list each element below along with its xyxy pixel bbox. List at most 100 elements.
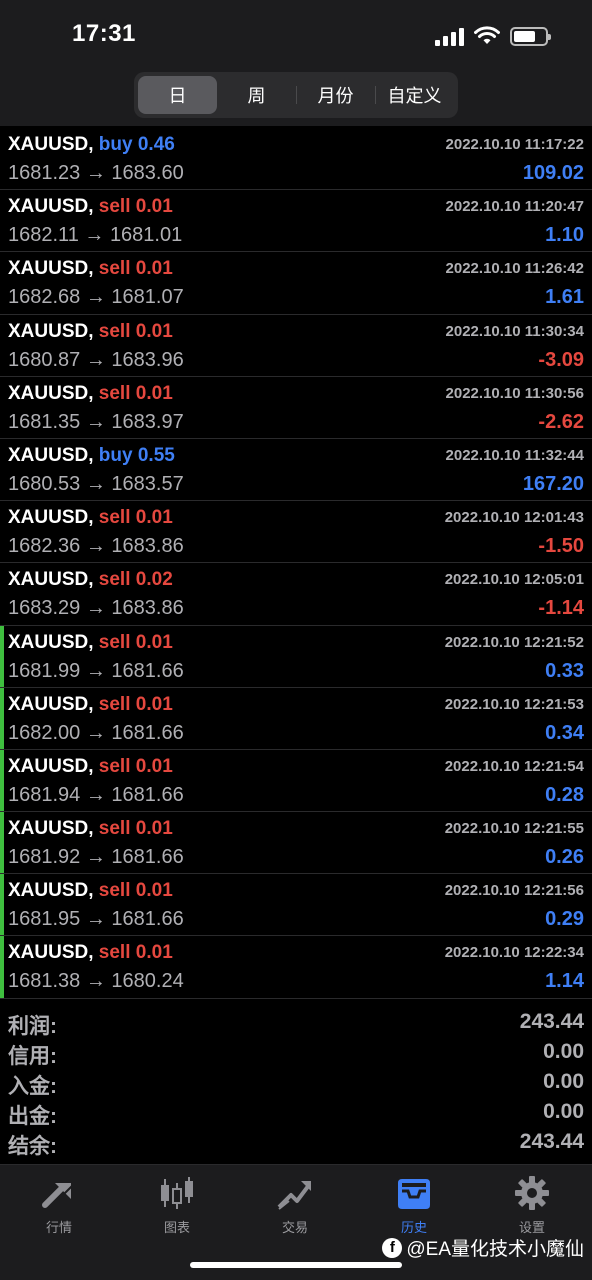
side-text: sell — [98, 258, 131, 280]
period-segmented-control: 日 周 月份 自定义 — [134, 72, 458, 118]
trade-time: 2022.10.10 11:17:22 — [445, 136, 584, 153]
trade-symbol: XAUUSD, sell 0.01 — [8, 942, 173, 964]
close-price: 1681.66 — [111, 721, 184, 744]
side-text: buy — [98, 134, 133, 155]
open-price: 1682.11 — [8, 224, 79, 247]
trade-profit: 0.33 — [545, 659, 584, 682]
arrow-right-icon: → — [80, 721, 112, 744]
trade-row[interactable]: XAUUSD, sell 0.02 1683.29 → 1683.86 2022.1… — [0, 563, 592, 626]
volume-text: 0.01 — [135, 880, 173, 902]
trade-symbol: XAUUSD, sell 0.01 — [8, 321, 173, 343]
side-text: sell — [98, 818, 131, 840]
trade-profit: -1.50 — [538, 535, 584, 558]
trade-row[interactable]: XAUUSD, sell 0.01 1681.99 → 1681.66 2022.1… — [0, 625, 592, 688]
symbol-text: XAUUSD, — [8, 382, 94, 404]
tab-week[interactable]: 周 — [217, 76, 296, 114]
trade-side: sell 0.01 — [99, 258, 173, 279]
tabbar-settings[interactable]: 设置 — [473, 1175, 591, 1235]
trade-row[interactable]: XAUUSD, sell 0.01 1682.68 → 1681.07 2022.1… — [0, 252, 592, 315]
trade-time: 2022.10.10 12:21:54 — [444, 757, 584, 775]
trade-prices: 1681.38 → 1680.24 — [8, 970, 184, 993]
balance-value: 243.44 — [519, 1130, 584, 1153]
gear-icon — [515, 1176, 549, 1210]
close-price: 1683.57 — [111, 472, 184, 495]
trade-profit: 167.20 — [522, 472, 584, 495]
trade-row[interactable]: XAUUSD, sell 0.01 1681.38 → 1680.24 2022.1… — [0, 936, 592, 999]
trade-row[interactable]: XAUUSD, sell 0.01 1682.11 → 1681.01 2022.1… — [0, 190, 592, 253]
trade-profit: 0.34 — [545, 721, 584, 744]
trade-symbol: XAUUSD, sell 0.01 — [8, 818, 173, 840]
watermark-text: @EA量化技术小魔仙 — [406, 1239, 584, 1260]
trade-row[interactable]: XAUUSD, sell 0.01 1681.94 → 1681.66 2022.1… — [0, 749, 592, 813]
account-summary: 利润: 243.44 信用: 0.00 入金: 0.00 出金: 0.00 结余… — [0, 1008, 592, 1158]
profit-label: 利润: — [8, 1015, 57, 1038]
symbol-text: XAUUSD, — [8, 320, 94, 342]
open-price: 1681.35 — [8, 410, 81, 433]
trade-time: 2022.10.10 12:05:01 — [444, 571, 584, 589]
trade-side: sell 0.01 — [99, 507, 173, 528]
trade-prices: 1680.53 → 1683.57 — [8, 473, 184, 496]
side-text: sell — [98, 569, 131, 591]
symbol-text: XAUUSD, — [8, 507, 94, 529]
open-price: 1683.29 — [8, 597, 81, 620]
volume-text: 0.01 — [135, 631, 173, 653]
open-price: 1681.94 — [8, 783, 81, 806]
side-text: sell — [98, 755, 131, 777]
open-price: 1682.36 — [8, 535, 81, 558]
trade-row[interactable]: XAUUSD, buy 0.46 1681.23 → 1683.60 2022.10… — [0, 128, 592, 191]
side-text: sell — [98, 320, 131, 342]
side-text: sell — [98, 880, 131, 902]
deposit-value: 0.00 — [543, 1070, 584, 1093]
tabbar-quotes[interactable]: 行情 — [0, 1175, 118, 1235]
open-price: 1682.00 — [8, 721, 81, 744]
open-price: 1680.53 — [8, 472, 81, 495]
withdrawal-label: 出金: — [8, 1105, 57, 1128]
side-text: sell — [98, 196, 131, 218]
trade-side: sell 0.01 — [99, 880, 173, 901]
trade-prices: 1682.00 → 1681.66 — [8, 722, 184, 745]
trade-time: 2022.10.10 11:26:42 — [445, 260, 584, 278]
trade-row[interactable]: XAUUSD, buy 0.55 1680.53 → 1683.57 2022.10… — [0, 439, 592, 502]
close-price: 1680.24 — [111, 970, 184, 993]
profit-value: 243.44 — [519, 1010, 584, 1033]
arrow-right-icon: → — [80, 162, 112, 184]
volume-text: 0.01 — [135, 755, 173, 777]
trade-side: sell 0.01 — [99, 383, 173, 404]
tab-day[interactable]: 日 — [138, 76, 217, 114]
cellular-signal-icon — [435, 26, 464, 46]
open-price: 1681.38 — [8, 970, 81, 993]
trade-side: sell 0.02 — [99, 569, 173, 590]
trade-row[interactable]: XAUUSD, sell 0.01 1680.87 → 1683.96 2022.1… — [0, 315, 592, 377]
trade-symbol: XAUUSD, sell 0.01 — [8, 507, 173, 529]
trade-time: 2022.10.10 11:32:44 — [445, 446, 584, 464]
status-bar: 17:31 — [0, 0, 592, 70]
tab-month[interactable]: 月份 — [296, 76, 375, 114]
trade-history-list: XAUUSD, buy 0.46 1681.23 → 1683.60 2022.10… — [0, 128, 592, 999]
watermark: f @EA量化技术小魔仙 — [382, 1234, 584, 1261]
tabbar-charts[interactable]: 图表 — [118, 1175, 236, 1235]
trade-row[interactable]: XAUUSD, sell 0.01 1682.36 → 1683.86 2022.1… — [0, 501, 592, 564]
symbol-text: XAUUSD, — [8, 258, 94, 280]
tab-custom[interactable]: 自定义 — [375, 76, 454, 114]
summary-withdrawal-row: 出金: 0.00 — [0, 1098, 592, 1128]
tabbar-trade[interactable]: 交易 — [236, 1175, 354, 1235]
trade-prices: 1682.11 → 1681.01 — [8, 224, 182, 247]
trade-prices: 1681.94 → 1681.66 — [8, 784, 184, 807]
trade-symbol: XAUUSD, sell 0.02 — [8, 569, 173, 591]
trade-row[interactable]: XAUUSD, sell 0.01 1682.00 → 1681.66 2022.1… — [0, 687, 592, 750]
volume-text: 0.01 — [135, 320, 173, 342]
trade-profit: 0.29 — [545, 908, 584, 931]
history-inbox-icon — [398, 1179, 430, 1209]
credit-value: 0.00 — [543, 1040, 584, 1063]
status-time: 17:31 — [72, 20, 136, 47]
trade-row[interactable]: XAUUSD, sell 0.01 1681.35 → 1683.97 2022.1… — [0, 377, 592, 439]
trade-symbol: XAUUSD, sell 0.01 — [8, 196, 173, 218]
close-price: 1683.96 — [111, 348, 184, 371]
trade-row[interactable]: XAUUSD, sell 0.01 1681.92 → 1681.66 2022.1… — [0, 812, 592, 875]
wifi-icon — [474, 26, 500, 44]
trade-side: buy 0.55 — [99, 445, 175, 466]
trade-row[interactable]: XAUUSD, sell 0.01 1681.95 → 1681.66 2022.1… — [0, 874, 592, 937]
tabbar-history[interactable]: 历史 — [355, 1175, 473, 1235]
side-text: buy — [98, 444, 133, 466]
volume-text: 0.02 — [135, 569, 173, 591]
